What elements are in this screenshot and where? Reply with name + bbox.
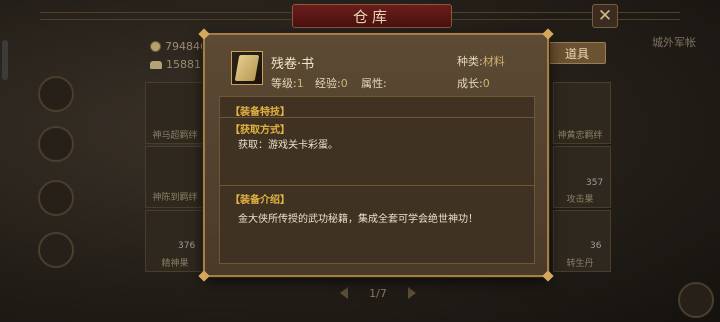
window-title: 仓库 <box>292 4 452 28</box>
level-value: 1 <box>296 77 304 90</box>
growth-label: 成长: <box>457 77 483 90</box>
exp-value: 0 <box>340 77 348 90</box>
coin-icon <box>150 41 161 52</box>
attr-label: 属性: <box>361 77 387 90</box>
edge-handle-icon[interactable] <box>2 40 8 80</box>
item-exp: 经验:0 <box>315 75 348 91</box>
side-menu-button[interactable] <box>38 232 74 268</box>
divider <box>220 117 534 118</box>
pager: 1/7 <box>340 284 416 302</box>
type-value: 材料 <box>482 55 505 68</box>
grid-item-label: 神黄忠羁绊 <box>557 131 603 141</box>
item-growth: 成长:0 <box>457 75 490 91</box>
side-menu-button[interactable] <box>38 76 74 112</box>
growth-value: 0 <box>482 77 490 90</box>
grid-item-count: 376 <box>178 241 196 251</box>
next-page-icon[interactable] <box>407 287 416 299</box>
source-title: 【获取方式】 <box>230 125 290 136</box>
grid-item-label: 神马超羁绊 <box>152 131 198 141</box>
coin-balance: 794846 <box>150 40 207 53</box>
detail-panel: 【装备特技】 【获取方式】 获取：游戏关卡彩蛋。 【装备介绍】 金大侠所传授的武… <box>219 96 535 264</box>
source-text: 获取：游戏关卡彩蛋。 <box>238 140 338 151</box>
type-label: 种类: <box>457 55 483 68</box>
traits-title: 【装备特技】 <box>230 107 290 118</box>
item-name: 残卷·书 <box>271 57 315 72</box>
grid-item-count: 357 <box>586 178 604 188</box>
grid-item-label: 神陈到羁绊 <box>152 193 198 203</box>
coin-value: 794846 <box>165 40 207 53</box>
side-menu-button[interactable] <box>38 180 74 216</box>
ingot-icon <box>150 60 162 69</box>
tab-items[interactable]: 道具 <box>548 42 606 64</box>
item-level: 等级:1 <box>271 75 304 91</box>
item-detail-popup: 残卷·书 种类:材料 等级:1 经验:0 属性: 成长:0 【装备特技】 【获取… <box>198 28 554 282</box>
page-indicator: 1/7 <box>369 286 387 300</box>
grid-item-label: 精神果 <box>161 259 189 269</box>
scroll-icon <box>234 55 260 81</box>
item-icon <box>231 51 263 85</box>
close-icon: ✕ <box>597 6 613 26</box>
city-label: 城外军帐 <box>652 36 696 49</box>
intro-text: 金大侠所传授的武功秘籍，集成全套可学会绝世神功！ <box>238 214 478 225</box>
pause-button[interactable] <box>678 282 714 318</box>
item-type: 种类:材料 <box>457 53 505 69</box>
ingot-value: 158815 <box>166 58 208 71</box>
grid-item-label: 攻击果 <box>566 195 594 205</box>
exp-label: 经验: <box>315 77 341 90</box>
grid-item-label: 转生丹 <box>566 259 594 269</box>
level-label: 等级: <box>271 77 297 90</box>
side-menu-button[interactable] <box>38 126 74 162</box>
ingot-balance: 158815 <box>150 58 208 71</box>
grid-item-count: 36 <box>590 241 602 251</box>
close-button[interactable]: ✕ <box>592 4 618 28</box>
divider <box>220 185 534 186</box>
prev-page-icon[interactable] <box>340 287 348 299</box>
item-attribute: 属性: <box>361 75 387 91</box>
intro-title: 【装备介绍】 <box>230 195 290 206</box>
